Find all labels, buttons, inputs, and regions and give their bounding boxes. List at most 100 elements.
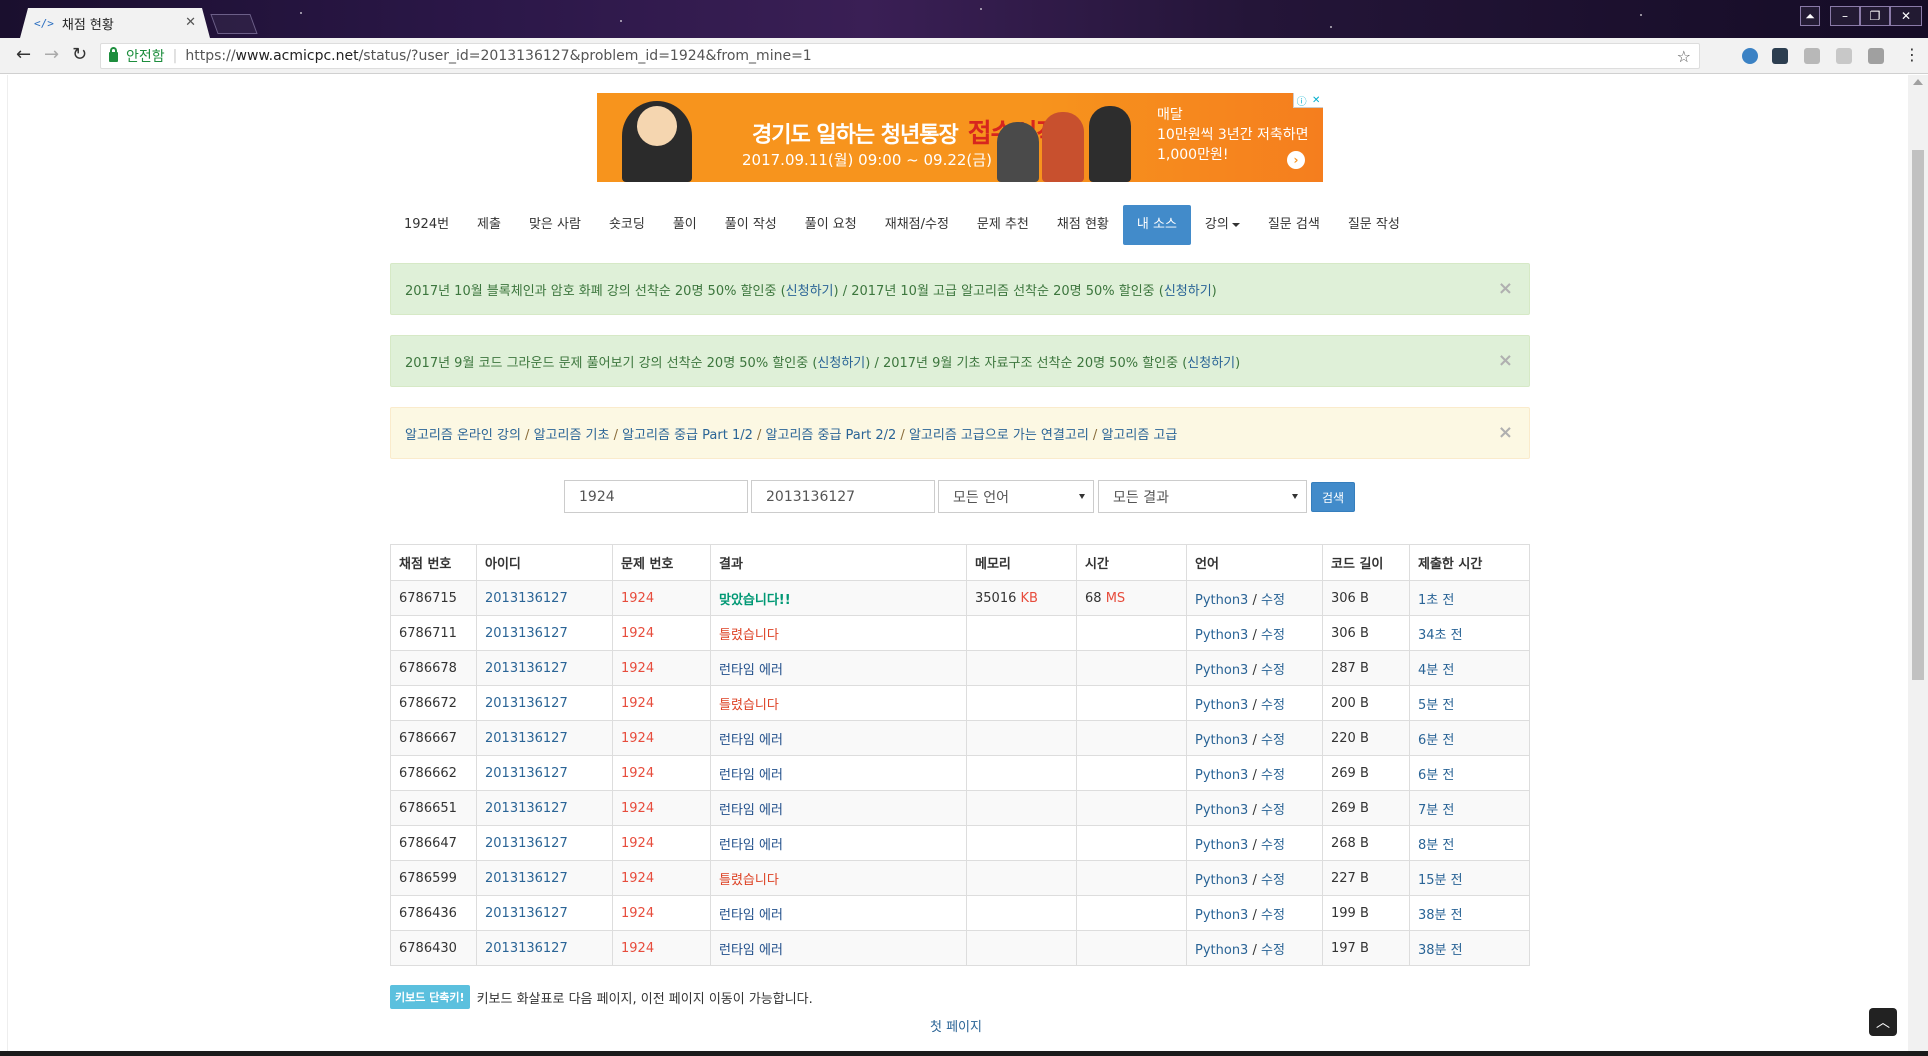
nav-status[interactable]: 채점 현황 — [1043, 205, 1123, 245]
edit-link[interactable]: 수정 — [1261, 768, 1285, 783]
nav-write-solution[interactable]: 풀이 작성 — [711, 205, 791, 245]
menu-dots-icon[interactable]: ⋮ — [1904, 46, 1920, 64]
submitted-time-link[interactable]: 38분 전 — [1418, 908, 1463, 923]
nav-short-coding[interactable]: 숏코딩 — [595, 205, 659, 245]
source-link[interactable]: Python3 — [1195, 838, 1248, 853]
window-close-button[interactable]: ✕ — [1890, 6, 1922, 26]
back-arrow-icon[interactable]: ← — [16, 46, 31, 64]
nav-ask-question[interactable]: 질문 작성 — [1334, 205, 1414, 245]
adchoices-icon[interactable]: ⓘ ✕ — [1293, 93, 1323, 108]
problem-link[interactable]: 1924 — [621, 591, 654, 606]
user-link[interactable]: 2013136127 — [485, 906, 568, 921]
lecture-link[interactable]: 알고리즘 중급 Part 2/2 — [766, 428, 897, 443]
nav-rejudge[interactable]: 재채점/수정 — [871, 205, 963, 245]
tab-close-icon[interactable]: ✕ — [185, 15, 196, 30]
result-select[interactable]: 모든 결과 — [1098, 480, 1307, 513]
problem-link[interactable]: 1924 — [621, 836, 654, 851]
edit-link[interactable]: 수정 — [1261, 873, 1285, 888]
nav-solved-users[interactable]: 맞은 사람 — [515, 205, 595, 245]
problem-link[interactable]: 1924 — [621, 801, 654, 816]
lecture-link[interactable]: 알고리즘 고급 — [1101, 428, 1177, 443]
source-link[interactable]: Python3 — [1195, 698, 1248, 713]
nav-request-solution[interactable]: 풀이 요청 — [791, 205, 871, 245]
address-bar[interactable]: 안전함 | https://www.acmicpc.net/status/?us… — [100, 43, 1700, 69]
new-tab-button[interactable] — [210, 14, 258, 34]
extension-icon[interactable] — [1868, 48, 1884, 64]
extension-icon[interactable] — [1772, 48, 1788, 64]
edit-link[interactable]: 수정 — [1261, 803, 1285, 818]
advertisement-banner[interactable]: 경기도 일하는 청년통장접수시작 2017.09.11(월) 09:00 ~ 0… — [597, 93, 1323, 182]
submitted-time-link[interactable]: 15분 전 — [1418, 873, 1463, 888]
submitted-time-link[interactable]: 5분 전 — [1418, 698, 1454, 713]
user-link[interactable]: 2013136127 — [485, 591, 568, 606]
problem-link[interactable]: 1924 — [621, 906, 654, 921]
minimize-button[interactable]: – — [1830, 6, 1860, 26]
source-link[interactable]: Python3 — [1195, 628, 1248, 643]
submitted-time-link[interactable]: 4분 전 — [1418, 663, 1454, 678]
edit-link[interactable]: 수정 — [1261, 838, 1285, 853]
apply-link[interactable]: 신청하기 — [786, 284, 834, 299]
ad-arrow-icon[interactable]: › — [1287, 151, 1305, 169]
extension-icon[interactable] — [1804, 48, 1820, 64]
submitted-time-link[interactable]: 38분 전 — [1418, 943, 1463, 958]
submitted-time-link[interactable]: 34초 전 — [1418, 628, 1463, 643]
forward-arrow-icon[interactable]: → — [44, 46, 59, 64]
edit-link[interactable]: 수정 — [1261, 908, 1285, 923]
reload-icon[interactable]: ↻ — [72, 46, 87, 64]
submitted-time-link[interactable]: 1초 전 — [1418, 593, 1454, 608]
problem-link[interactable]: 1924 — [621, 626, 654, 641]
user-link[interactable]: 2013136127 — [485, 801, 568, 816]
nav-submit[interactable]: 제출 — [463, 205, 515, 245]
problem-link[interactable]: 1924 — [621, 661, 654, 676]
source-link[interactable]: Python3 — [1195, 733, 1248, 748]
problem-link[interactable]: 1924 — [621, 731, 654, 746]
lecture-link[interactable]: 알고리즘 중급 Part 1/2 — [622, 428, 753, 443]
alert-close-icon[interactable]: × — [1498, 278, 1513, 299]
source-link[interactable]: Python3 — [1195, 593, 1248, 608]
user-link[interactable]: 2013136127 — [485, 766, 568, 781]
alert-close-icon[interactable]: × — [1498, 422, 1513, 443]
scroll-to-top-button[interactable]: ︿ — [1869, 1008, 1897, 1036]
source-link[interactable]: Python3 — [1195, 803, 1248, 818]
lecture-link[interactable]: 알고리즘 온라인 강의 — [405, 428, 521, 443]
user-link[interactable]: 2013136127 — [485, 941, 568, 956]
scroll-up-arrow-icon[interactable] — [1913, 79, 1923, 85]
nav-my-source[interactable]: 내 소스 — [1122, 205, 1191, 245]
page-scrollbar[interactable] — [1908, 75, 1928, 1051]
user-link[interactable]: 2013136127 — [485, 696, 568, 711]
user-link[interactable]: 2013136127 — [485, 661, 568, 676]
alert-close-icon[interactable]: × — [1498, 350, 1513, 371]
lecture-link[interactable]: 알고리즘 기초 — [534, 428, 610, 443]
restore-button[interactable]: ❐ — [1860, 6, 1890, 26]
problem-link[interactable]: 1924 — [621, 871, 654, 886]
bookmark-star-icon[interactable]: ☆ — [1677, 47, 1691, 66]
edit-link[interactable]: 수정 — [1261, 663, 1285, 678]
source-link[interactable]: Python3 — [1195, 873, 1248, 888]
first-page-link[interactable]: 첫 페이지 — [930, 1016, 982, 1035]
user-id-input[interactable]: 2013136127 — [751, 480, 935, 513]
user-link[interactable]: 2013136127 — [485, 626, 568, 641]
submitted-time-link[interactable]: 6분 전 — [1418, 733, 1454, 748]
nav-search-questions[interactable]: 질문 검색 — [1254, 205, 1334, 245]
nav-problem[interactable]: 1924번 — [390, 205, 463, 245]
user-link[interactable]: 2013136127 — [485, 731, 568, 746]
language-select[interactable]: 모든 언어 — [938, 480, 1094, 513]
scrollbar-thumb[interactable] — [1912, 150, 1924, 680]
apply-link[interactable]: 신청하기 — [1187, 356, 1235, 371]
edit-link[interactable]: 수정 — [1261, 698, 1285, 713]
nav-solutions[interactable]: 풀이 — [659, 205, 711, 245]
submitted-time-link[interactable]: 6분 전 — [1418, 768, 1454, 783]
problem-id-input[interactable]: 1924 — [564, 480, 748, 513]
source-link[interactable]: Python3 — [1195, 943, 1248, 958]
submitted-time-link[interactable]: 8분 전 — [1418, 838, 1454, 853]
apply-link[interactable]: 신청하기 — [817, 356, 865, 371]
source-link[interactable]: Python3 — [1195, 768, 1248, 783]
problem-link[interactable]: 1924 — [621, 696, 654, 711]
edit-link[interactable]: 수정 — [1261, 733, 1285, 748]
edit-link[interactable]: 수정 — [1261, 628, 1285, 643]
browser-tab[interactable]: </> 채점 현황 ✕ — [20, 8, 210, 38]
edit-link[interactable]: 수정 — [1261, 943, 1285, 958]
lecture-link[interactable]: 알고리즘 고급으로 가는 연결고리 — [909, 428, 1089, 443]
problem-link[interactable]: 1924 — [621, 941, 654, 956]
source-link[interactable]: Python3 — [1195, 663, 1248, 678]
